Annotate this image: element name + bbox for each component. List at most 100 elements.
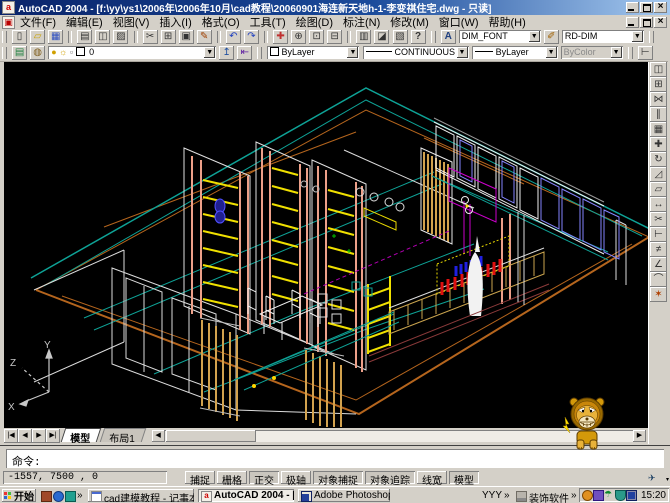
match-properties-icon[interactable]: ✎ [197,30,212,44]
tray-app-icon[interactable] [593,490,604,501]
designcenter-icon[interactable]: ▥ [356,30,371,44]
layer-combo[interactable]: ● ☼ ▫ 0▼ [48,46,216,59]
help-icon[interactable]: ? [411,30,426,44]
menu-edit[interactable]: 编辑(E) [61,14,108,30]
menu-draw[interactable]: 绘图(D) [291,14,338,30]
scroll-right-button[interactable]: ▶ [633,430,646,442]
toggle-ortho[interactable]: 正交 [249,471,279,484]
menu-file[interactable]: 文件(F) [15,14,61,30]
pan-icon[interactable]: ✚ [273,30,288,44]
publish-icon[interactable]: ▨ [113,30,128,44]
document-icon[interactable]: ▣ [2,16,15,29]
scroll-thumb[interactable] [166,430,256,442]
dim-style-combo[interactable]: RD-DIM▼ [562,30,644,43]
restore-button[interactable] [640,2,653,13]
tab-last-button[interactable]: ▶| [46,429,60,443]
open-icon[interactable]: ▱ [30,30,45,44]
tab-first-button[interactable]: |◀ [4,429,18,443]
menu-insert[interactable]: 插入(I) [154,14,196,30]
minimize-button[interactable] [626,2,639,13]
scroll-left-button[interactable]: ◀ [152,430,165,442]
toggle-otrack[interactable]: 对象追踪 [365,471,415,484]
status-tray-arrow-icon[interactable]: ▾ [666,476,669,483]
printer-icon[interactable] [516,491,527,502]
taskbar-band-label-2[interactable]: 装饰软件 [529,490,569,503]
toolbar-grip[interactable] [2,31,7,43]
toggle-polar[interactable]: 极轴 [281,471,311,484]
dbconnect-icon[interactable]: ▧ [393,30,408,44]
erase-icon[interactable]: ◫ [650,62,667,77]
explode-icon[interactable]: ✶ [650,287,667,302]
doc-close-button[interactable]: × [654,17,667,28]
doc-restore-button[interactable] [640,17,653,28]
toolbar-grip[interactable] [257,47,262,59]
toolbar-grip[interactable] [2,47,7,59]
drawing-canvas[interactable]: Y X Z [4,62,648,428]
dim-style-icon[interactable]: ✐ [544,30,559,44]
doc-minimize-button[interactable] [626,17,639,28]
menu-dimension[interactable]: 标注(N) [338,14,385,30]
start-button[interactable]: 开始 [2,489,36,502]
zoom-previous-icon[interactable]: ⊟ [327,30,342,44]
color-combo[interactable]: ByLayer▼ [267,46,359,59]
plot-icon[interactable]: ▤ [77,30,92,44]
quicklaunch-desktop-icon[interactable] [41,491,52,502]
make-object-layer-icon[interactable]: ↥ [219,46,234,60]
array-icon[interactable]: ▦ [650,122,667,137]
toggle-lineweight[interactable]: 线宽 [417,471,447,484]
tab-model[interactable]: 模型 [61,428,102,442]
toggle-osnap[interactable]: 对象捕捉 [313,471,363,484]
quicklaunch-more-chevron[interactable]: » [77,490,83,501]
extend-icon[interactable]: ⊢ [650,227,667,242]
tray-shield-icon[interactable] [615,490,626,501]
menu-view[interactable]: 视图(V) [108,14,155,30]
dim-linear-icon[interactable]: ⊢ [638,46,653,60]
toolbar-grip[interactable] [431,31,436,43]
toggle-snap[interactable]: 捕捉 [185,471,215,484]
menu-tools[interactable]: 工具(T) [245,14,291,30]
chamfer-icon[interactable]: ∠ [650,257,667,272]
layer-states-icon[interactable]: ◍ [30,46,45,60]
menu-modify[interactable]: 修改(M) [385,14,434,30]
save-icon[interactable]: ▦ [48,30,63,44]
taskbar-app-notepad[interactable]: cad建模教程 - 记事本 [88,489,194,502]
fillet-icon[interactable]: ⌒ [650,272,667,287]
rotate-icon[interactable]: ↻ [650,152,667,167]
quicklaunch-player-icon[interactable] [65,491,76,502]
linetype-combo[interactable]: CONTINUOUS▼ [363,46,469,59]
toggle-grid[interactable]: 栅格 [217,471,247,484]
plot-preview-icon[interactable]: ◫ [95,30,110,44]
tray-umbrella-icon[interactable]: ☂ [604,490,613,499]
tray-display-icon[interactable] [626,490,637,501]
tab-next-button[interactable]: ▶ [32,429,46,443]
paste-icon[interactable]: ▣ [179,30,194,44]
tab-prev-button[interactable]: ◀ [18,429,32,443]
taskbar-app-autocad[interactable]: a AutoCAD 2004 - [f:\... [198,489,294,502]
zoom-realtime-icon[interactable]: ⊕ [291,30,306,44]
quicklaunch-ie-icon[interactable] [53,491,64,502]
taskbar-band-label[interactable]: YYY [482,490,502,501]
copy-object-icon[interactable]: ⊞ [650,77,667,92]
zoom-window-icon[interactable]: ⊡ [309,30,324,44]
stretch-icon[interactable]: ▱ [650,182,667,197]
properties-icon[interactable]: ◪ [374,30,389,44]
band-more-chevron-2[interactable]: » [571,490,577,501]
cut-icon[interactable]: ✂ [143,30,158,44]
new-icon[interactable]: ▯ [12,30,27,44]
lengthen-icon[interactable]: ↔ [650,197,667,212]
redo-icon[interactable]: ↷ [244,30,259,44]
lion-mascot[interactable] [560,393,610,452]
text-style-icon[interactable]: A [441,30,456,44]
offset-icon[interactable]: ∥ [650,107,667,122]
menu-format[interactable]: 格式(O) [197,14,245,30]
autocad-app-icon[interactable]: a [2,1,15,14]
taskbar-app-photoshop[interactable]: Adobe Photoshop [298,489,390,502]
copy-icon[interactable]: ⊞ [161,30,176,44]
toolbar-grip[interactable] [649,31,654,43]
tray-lion-icon[interactable] [582,490,593,501]
scale-icon[interactable]: ◿ [650,167,667,182]
tab-layout1[interactable]: 布局1 [100,428,146,442]
toggle-model[interactable]: 模型 [449,471,479,484]
trim-icon[interactable]: ✂ [650,212,667,227]
layers-icon[interactable]: ▤ [12,46,27,60]
